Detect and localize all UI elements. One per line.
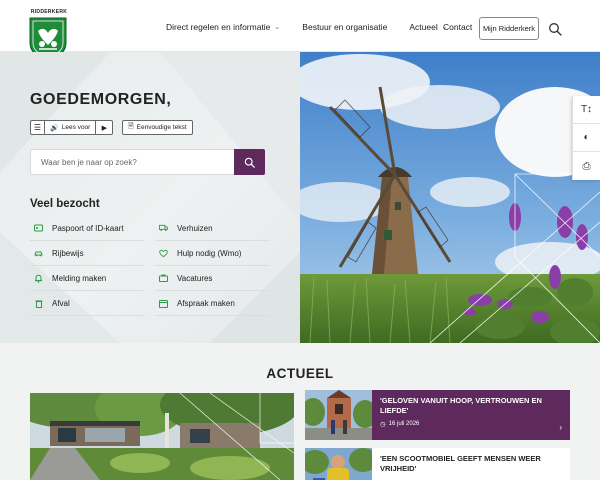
list-item-label: Rijbewijs [52, 248, 84, 258]
read-aloud-button[interactable]: 🔊 Lees voor [45, 121, 97, 134]
search-button[interactable] [234, 149, 265, 175]
hero-windmill-image [300, 52, 600, 343]
list-item[interactable]: Rijbewijs [30, 241, 145, 266]
news-date: ◷ 16 juli 2026 [380, 420, 419, 428]
search-icon [244, 157, 255, 168]
news-card[interactable]: 'EEN SCOOTMOBIEL GEEFT MENSEN WEER VRIJH… [305, 448, 570, 480]
calendar-icon [159, 299, 168, 308]
list-item[interactable]: Hulp nodig (Wmo) [155, 241, 270, 266]
news-card-body: 'EEN SCOOTMOBIEL GEEFT MENSEN WEER VRIJH… [372, 448, 570, 480]
greeting-heading: GOEDEMORGEN, [30, 91, 172, 108]
trash-icon [34, 299, 43, 308]
list-item-label: Melding maken [52, 273, 107, 283]
news-date-text: 16 juli 2026 [388, 421, 420, 427]
list-item-label: Hulp nodig (Wmo) [177, 248, 242, 258]
nav-label: Bestuur en organisatie [302, 22, 388, 32]
list-item[interactable]: Vacatures [155, 266, 270, 291]
accessibility-toolbar: T↕ ◐ ⎙ [572, 96, 600, 180]
contrast-icon[interactable]: ◐ [573, 124, 600, 152]
helping-hands-icon [159, 249, 168, 258]
speaker-icon: 🔊 [50, 124, 59, 132]
news-title: 'EEN SCOOTMOBIEL GEEFT MENSEN WEER VRIJH… [380, 454, 541, 473]
play-icon[interactable]: ▶ [96, 121, 112, 134]
list-item-label: Afval [52, 298, 70, 308]
nav-label: Direct regelen en informatie [166, 22, 271, 32]
mijn-ridderkerk-button[interactable]: Mijn Ridderkerk [479, 17, 539, 40]
bell-icon [34, 274, 43, 283]
windmill-photo [300, 52, 600, 343]
list-item-label: Vacatures [177, 273, 213, 283]
nav-bestuur[interactable]: Bestuur en organisatie [302, 22, 387, 32]
printer-icon[interactable]: ⎙ [573, 152, 600, 180]
search-icon[interactable] [548, 22, 562, 36]
chevron-down-icon: ⌄ [274, 24, 281, 31]
read-aloud-label: Lees voor [61, 124, 91, 131]
read-aloud-widget: ☰ 🔊 Lees voor ▶ [30, 120, 114, 135]
list-item[interactable]: Verhuizen [155, 216, 270, 241]
truck-icon [159, 224, 168, 233]
list-item[interactable]: Afval [30, 291, 145, 316]
site-header: RIDDERKERK Direct regelen en informatie … [0, 0, 600, 61]
news-thumbnail [305, 390, 372, 440]
document-icon: 🗎 [128, 123, 134, 130]
list-item-label: Paspoort of ID-kaart [52, 223, 124, 233]
briefcase-icon [159, 274, 168, 283]
news-main-image[interactable] [30, 393, 294, 480]
veel-bezocht-column-left: Paspoort of ID-kaart Rijbewijs Melding m… [30, 216, 145, 316]
list-item-label: Afspraak maken [177, 298, 235, 308]
news-card-body: 'GELOVEN VANUIT HOOP, VERTROUWEN EN LIEF… [372, 390, 570, 440]
search-input[interactable] [30, 149, 235, 175]
list-item[interactable]: Melding maken [30, 266, 145, 291]
main-nav: Direct regelen en informatie ⌄ Bestuur e… [166, 22, 470, 32]
chevron-right-icon: › [559, 423, 562, 432]
id-card-icon [34, 224, 43, 233]
text-size-icon[interactable]: T↕ [573, 96, 600, 124]
logo-text: RIDDERKERK [30, 9, 68, 15]
nav-actueel[interactable]: Actueel ⌄ [409, 22, 447, 32]
church-photo [305, 390, 372, 440]
list-item[interactable]: Afspraak maken [155, 291, 270, 316]
nav-direct-regelen[interactable]: Direct regelen en informatie ⌄ [166, 22, 280, 32]
veel-bezocht-heading: Veel bezocht [30, 198, 100, 210]
scootmobiel-photo [305, 448, 372, 480]
nav-contact[interactable]: Contact [443, 22, 472, 32]
news-thumbnail [305, 448, 372, 480]
veel-bezocht-column-right: Verhuizen Hulp nodig (Wmo) Vacatures Afs… [155, 216, 270, 316]
driver-license-icon [34, 249, 43, 258]
easy-text-label: Eenvoudige tekst [136, 124, 187, 131]
building-photo [30, 393, 294, 480]
list-item[interactable]: Paspoort of ID-kaart [30, 216, 145, 241]
nav-label: Actueel [409, 22, 438, 32]
actueel-heading: ACTUEEL [266, 366, 334, 381]
clock-icon: ◷ [380, 421, 386, 428]
easy-text-button[interactable]: 🗎 Eenvoudige tekst [122, 120, 193, 135]
news-card[interactable]: 'GELOVEN VANUIT HOOP, VERTROUWEN EN LIEF… [305, 390, 570, 440]
menu-icon[interactable]: ☰ [31, 121, 45, 134]
list-item-label: Verhuizen [177, 223, 213, 233]
news-title: 'GELOVEN VANUIT HOOP, VERTROUWEN EN LIEF… [380, 396, 542, 415]
